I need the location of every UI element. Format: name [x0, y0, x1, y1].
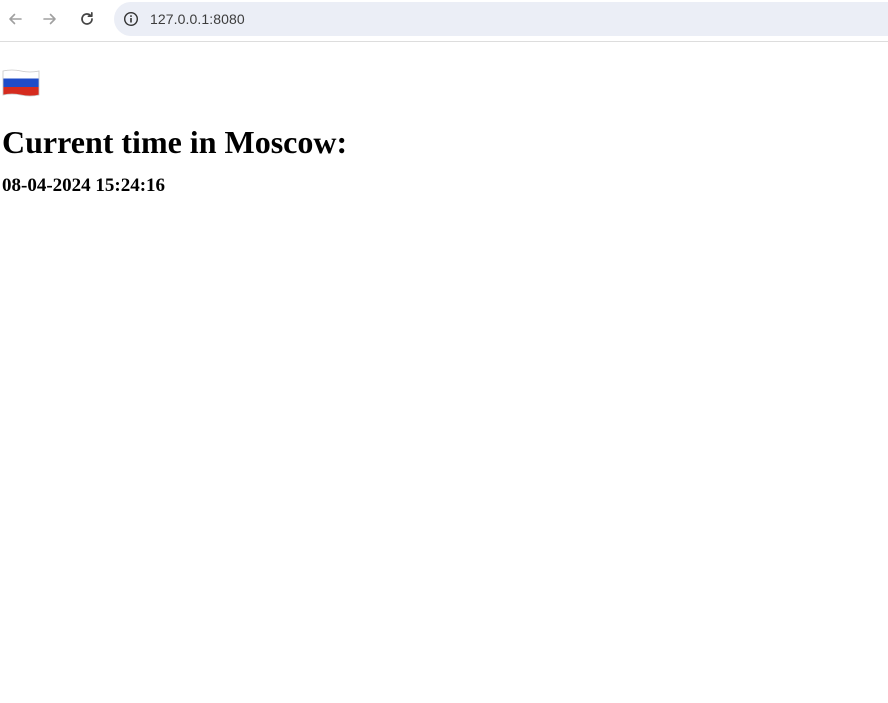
current-time: 08-04-2024 15:24:16: [2, 175, 166, 196]
url-text[interactable]: 127.0.0.1:8080: [150, 11, 245, 27]
browser-toolbar: 127.0.0.1:8080: [0, 0, 888, 42]
russia-flag-icon: [2, 69, 40, 97]
address-bar[interactable]: 127.0.0.1:8080: [114, 2, 888, 36]
back-button[interactable]: [1, 5, 29, 33]
site-info-button[interactable]: [122, 10, 140, 28]
forward-button[interactable]: [36, 5, 64, 33]
reload-icon: [81, 11, 93, 25]
reload-button[interactable]: [73, 5, 101, 33]
page-title: Current time in Moscow:: [2, 124, 348, 160]
arrow-left-icon: [9, 13, 22, 25]
info-icon: [123, 11, 139, 27]
arrow-right-icon: [43, 13, 56, 25]
page-content: Current time in Moscow: 08-04-2024 15:24…: [2, 68, 347, 197]
